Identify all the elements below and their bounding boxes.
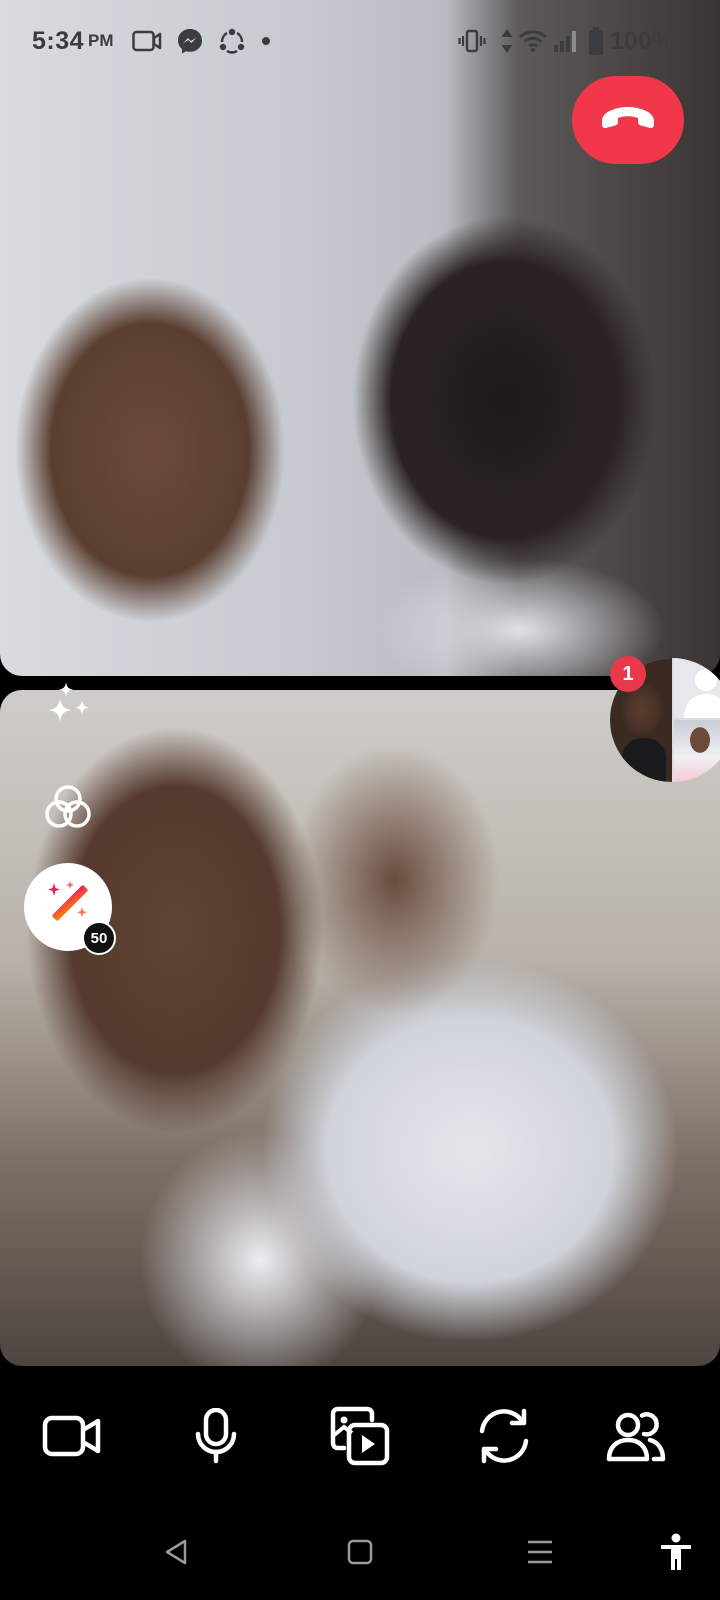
battery-icon [588, 27, 604, 55]
sync-icon [218, 27, 246, 55]
nav-recents-button[interactable] [516, 1530, 564, 1578]
wifi-icon [518, 29, 548, 53]
flip-camera-icon [474, 1407, 534, 1470]
flip-camera-button[interactable] [468, 1402, 540, 1474]
microphone-icon [194, 1407, 238, 1469]
effects-button[interactable] [40, 680, 96, 736]
share-media-button[interactable] [324, 1402, 396, 1474]
nav-back-button[interactable] [152, 1530, 200, 1578]
end-call-button[interactable] [572, 76, 684, 164]
battery-percentage: 100% [610, 26, 674, 55]
nav-accessibility-button[interactable] [652, 1530, 700, 1578]
people-icon [606, 1409, 666, 1468]
microphone-toggle-button[interactable] [180, 1402, 252, 1474]
filters-button[interactable] [40, 782, 96, 838]
video-call-icon [131, 29, 162, 53]
people-button[interactable] [600, 1402, 672, 1474]
dot-icon [260, 35, 272, 47]
phone-hangup-icon [598, 103, 658, 138]
self-video-tile[interactable] [0, 690, 720, 1366]
data-arrows-icon [500, 28, 514, 54]
magic-count-badge: 50 [82, 921, 116, 955]
status-ampm: PM [88, 31, 114, 50]
nav-home-button[interactable] [336, 1530, 384, 1578]
status-bar: 5:34 PM 100% [32, 22, 674, 60]
signal-icon [554, 30, 578, 52]
messenger-icon [176, 27, 204, 55]
camera-toggle-button[interactable] [36, 1402, 108, 1474]
status-right-group: 100% [458, 27, 674, 56]
home-icon [347, 1539, 373, 1570]
filter-circles-icon [41, 781, 95, 840]
accessibility-icon [659, 1533, 693, 1576]
recents-icon [525, 1539, 555, 1570]
participant-avatar-placeholder [674, 658, 720, 718]
participants-count-badge: 1 [610, 656, 646, 692]
media-share-icon [330, 1406, 390, 1471]
back-icon [161, 1537, 191, 1572]
participant-avatar [674, 720, 720, 782]
vibrate-icon [458, 29, 486, 53]
video-camera-icon [42, 1413, 102, 1464]
status-time: 5:34 [32, 26, 85, 55]
sparkles-icon [42, 680, 94, 737]
